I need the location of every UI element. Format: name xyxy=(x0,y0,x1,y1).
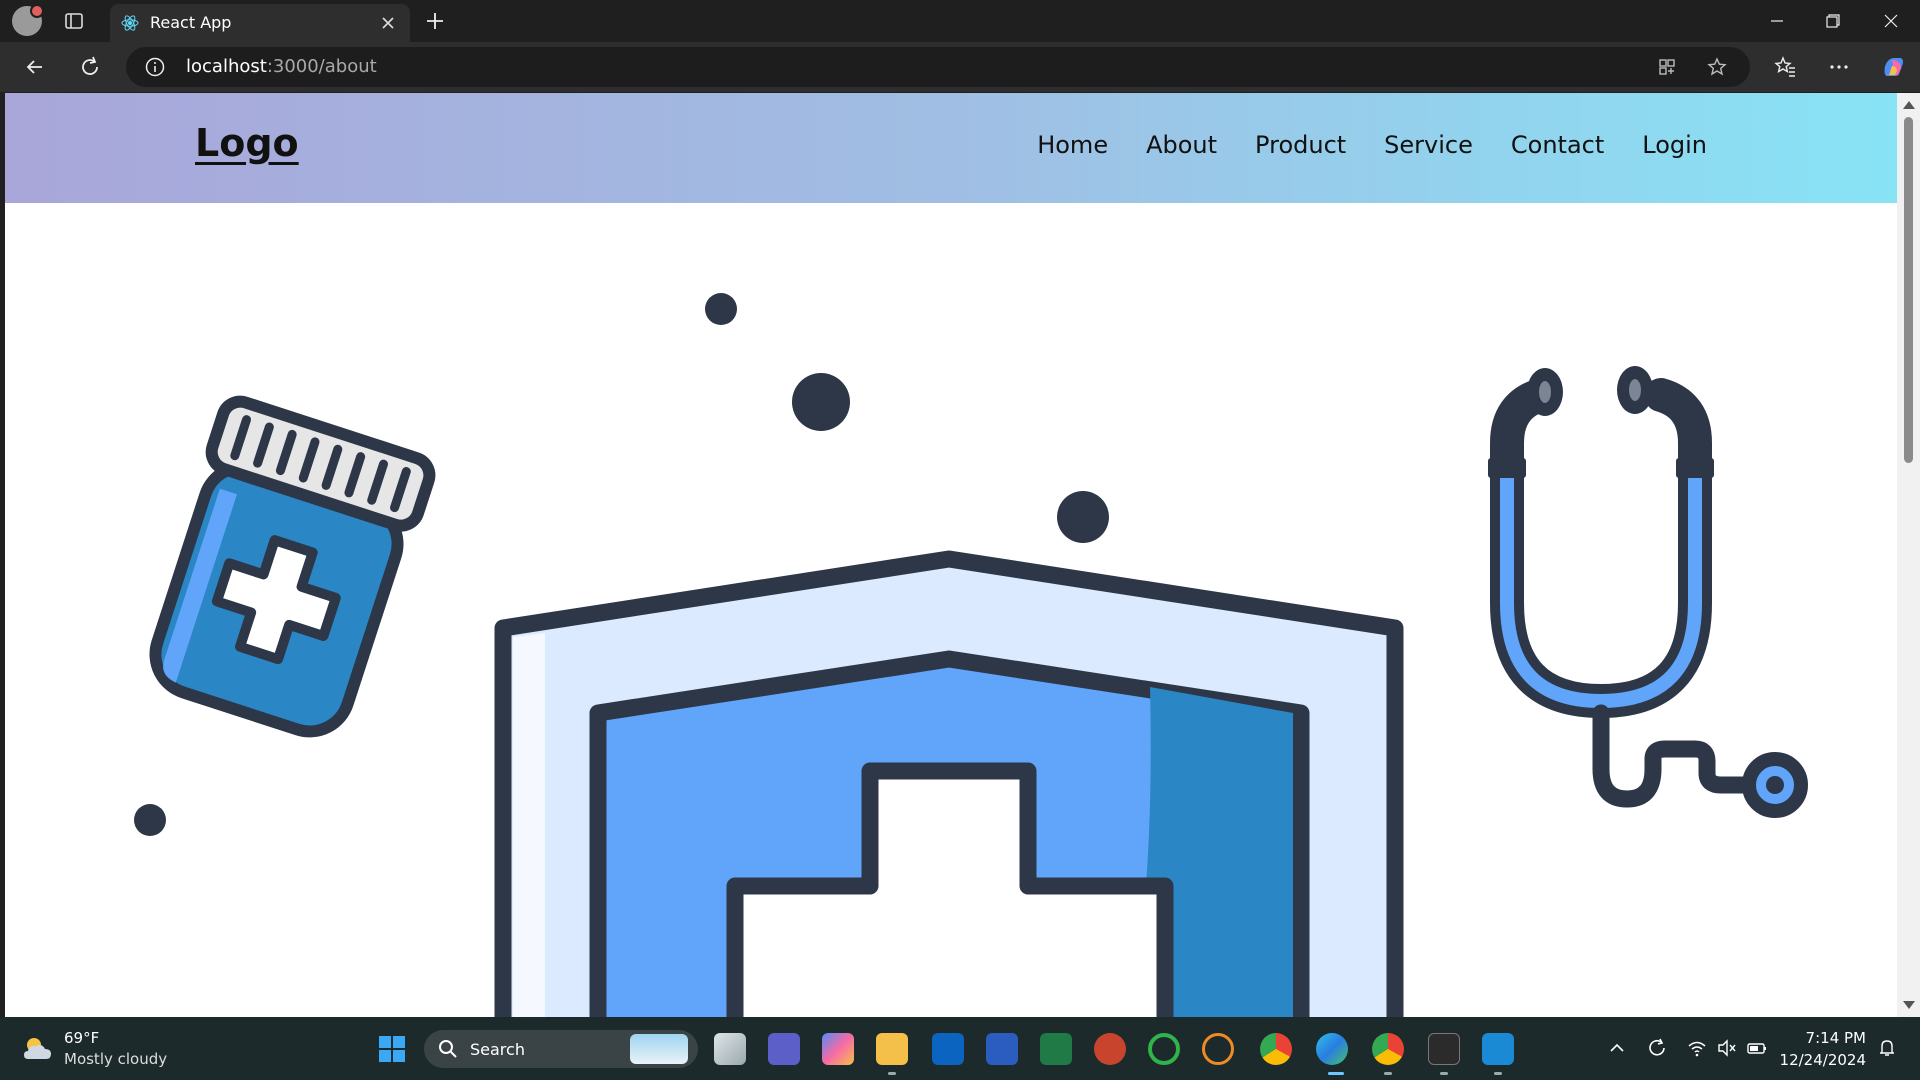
back-icon[interactable] xyxy=(22,54,48,80)
favorite-star-icon[interactable] xyxy=(1706,56,1728,78)
task-view-icon[interactable] xyxy=(714,1033,746,1065)
powerpoint-icon[interactable] xyxy=(1094,1033,1126,1065)
close-window-icon[interactable] xyxy=(1878,8,1904,34)
weather-temperature[interactable]: 69°F xyxy=(64,1029,99,1047)
windows-start-icon[interactable] xyxy=(378,1035,406,1063)
search-placeholder: Search xyxy=(470,1040,525,1059)
page-viewport: Logo Home About Product Service Contact … xyxy=(5,93,1897,1017)
search-icon xyxy=(439,1040,457,1058)
main-nav: Home About Product Service Contact Login xyxy=(1037,131,1707,159)
minimize-icon[interactable] xyxy=(1764,8,1790,34)
address-bar[interactable]: localhost:3000/about xyxy=(126,47,1750,87)
favorites-icon[interactable] xyxy=(1772,54,1798,80)
edge-icon[interactable] xyxy=(1316,1033,1348,1065)
copilot-app-icon[interactable] xyxy=(822,1033,854,1065)
tab-actions-icon[interactable] xyxy=(63,10,85,32)
refresh-icon[interactable] xyxy=(77,54,103,80)
new-tab-icon[interactable] xyxy=(422,8,448,34)
clock-date[interactable]: 12/24/2024 xyxy=(1780,1051,1866,1069)
taskbar-search[interactable]: Search xyxy=(424,1030,698,1068)
excel-icon[interactable] xyxy=(1040,1033,1072,1065)
nav-login[interactable]: Login xyxy=(1642,131,1707,159)
site-header: Logo Home About Product Service Contact … xyxy=(5,93,1897,203)
react-favicon-icon xyxy=(121,15,139,31)
battery-icon[interactable] xyxy=(1746,1037,1768,1059)
running-indicator xyxy=(1440,1072,1448,1075)
scroll-down-arrow-icon[interactable] xyxy=(1903,1001,1915,1009)
shield-cross-icon xyxy=(494,550,1404,1017)
terminal-icon[interactable] xyxy=(1428,1033,1460,1065)
running-indicator xyxy=(1384,1072,1392,1075)
close-tab-icon[interactable] xyxy=(378,13,398,33)
running-indicator xyxy=(888,1072,896,1075)
nav-product[interactable]: Product xyxy=(1255,131,1346,159)
url-path: :3000/about xyxy=(266,56,377,77)
site-info-icon[interactable] xyxy=(144,56,166,78)
page-scrollbar[interactable] xyxy=(1897,93,1920,1017)
browser-toolbar: localhost:3000/about xyxy=(0,42,1920,92)
loading-app-icon[interactable] xyxy=(1148,1033,1180,1065)
browser-tab-bar: React App xyxy=(0,0,1920,42)
word-icon[interactable] xyxy=(986,1033,1018,1065)
tab-title: React App xyxy=(150,13,232,32)
active-tab[interactable]: React App xyxy=(110,4,410,42)
restore-icon[interactable] xyxy=(1820,8,1846,34)
profile-avatar[interactable] xyxy=(12,4,44,36)
teams-icon[interactable] xyxy=(768,1033,800,1065)
active-indicator xyxy=(1328,1072,1344,1075)
nav-contact[interactable]: Contact xyxy=(1511,131,1604,159)
file-explorer-icon[interactable] xyxy=(876,1033,908,1065)
clock-time[interactable]: 7:14 PM xyxy=(1806,1029,1866,1047)
app-available-icon[interactable] xyxy=(1656,56,1678,78)
pill-bottle-icon xyxy=(149,395,436,738)
url-text[interactable]: localhost:3000/about xyxy=(186,56,377,77)
weather-description[interactable]: Mostly cloudy xyxy=(64,1050,167,1068)
more-options-icon[interactable] xyxy=(1826,54,1852,80)
vscode-icon[interactable] xyxy=(1482,1033,1514,1065)
chrome-icon[interactable] xyxy=(1260,1033,1292,1065)
arc-app-icon[interactable] xyxy=(1202,1033,1234,1065)
show-hidden-icons-icon[interactable] xyxy=(1606,1037,1628,1059)
nav-home[interactable]: Home xyxy=(1037,131,1108,159)
weather-cloudy-icon[interactable] xyxy=(20,1033,56,1063)
scrollbar-thumb[interactable] xyxy=(1904,117,1913,463)
copilot-icon[interactable] xyxy=(1880,54,1906,80)
medical-illustration xyxy=(134,293,1808,1017)
notifications-icon[interactable] xyxy=(1876,1037,1898,1059)
stethoscope-icon xyxy=(1488,366,1808,818)
wifi-icon[interactable] xyxy=(1686,1037,1708,1059)
sync-icon[interactable] xyxy=(1646,1037,1668,1059)
scroll-up-arrow-icon[interactable] xyxy=(1903,101,1915,109)
chrome-profile-icon[interactable] xyxy=(1372,1033,1404,1065)
search-highlight-image xyxy=(630,1034,688,1064)
nav-service[interactable]: Service xyxy=(1384,131,1473,159)
running-indicator xyxy=(1494,1072,1502,1075)
url-host: localhost xyxy=(186,56,267,77)
nav-about[interactable]: About xyxy=(1146,131,1217,159)
site-logo[interactable]: Logo xyxy=(195,121,299,165)
windows-taskbar: 69°F Mostly cloudy Search 7:14 PM 12/24/… xyxy=(0,1017,1920,1080)
outlook-icon[interactable] xyxy=(932,1033,964,1065)
speaker-muted-icon[interactable] xyxy=(1716,1037,1738,1059)
